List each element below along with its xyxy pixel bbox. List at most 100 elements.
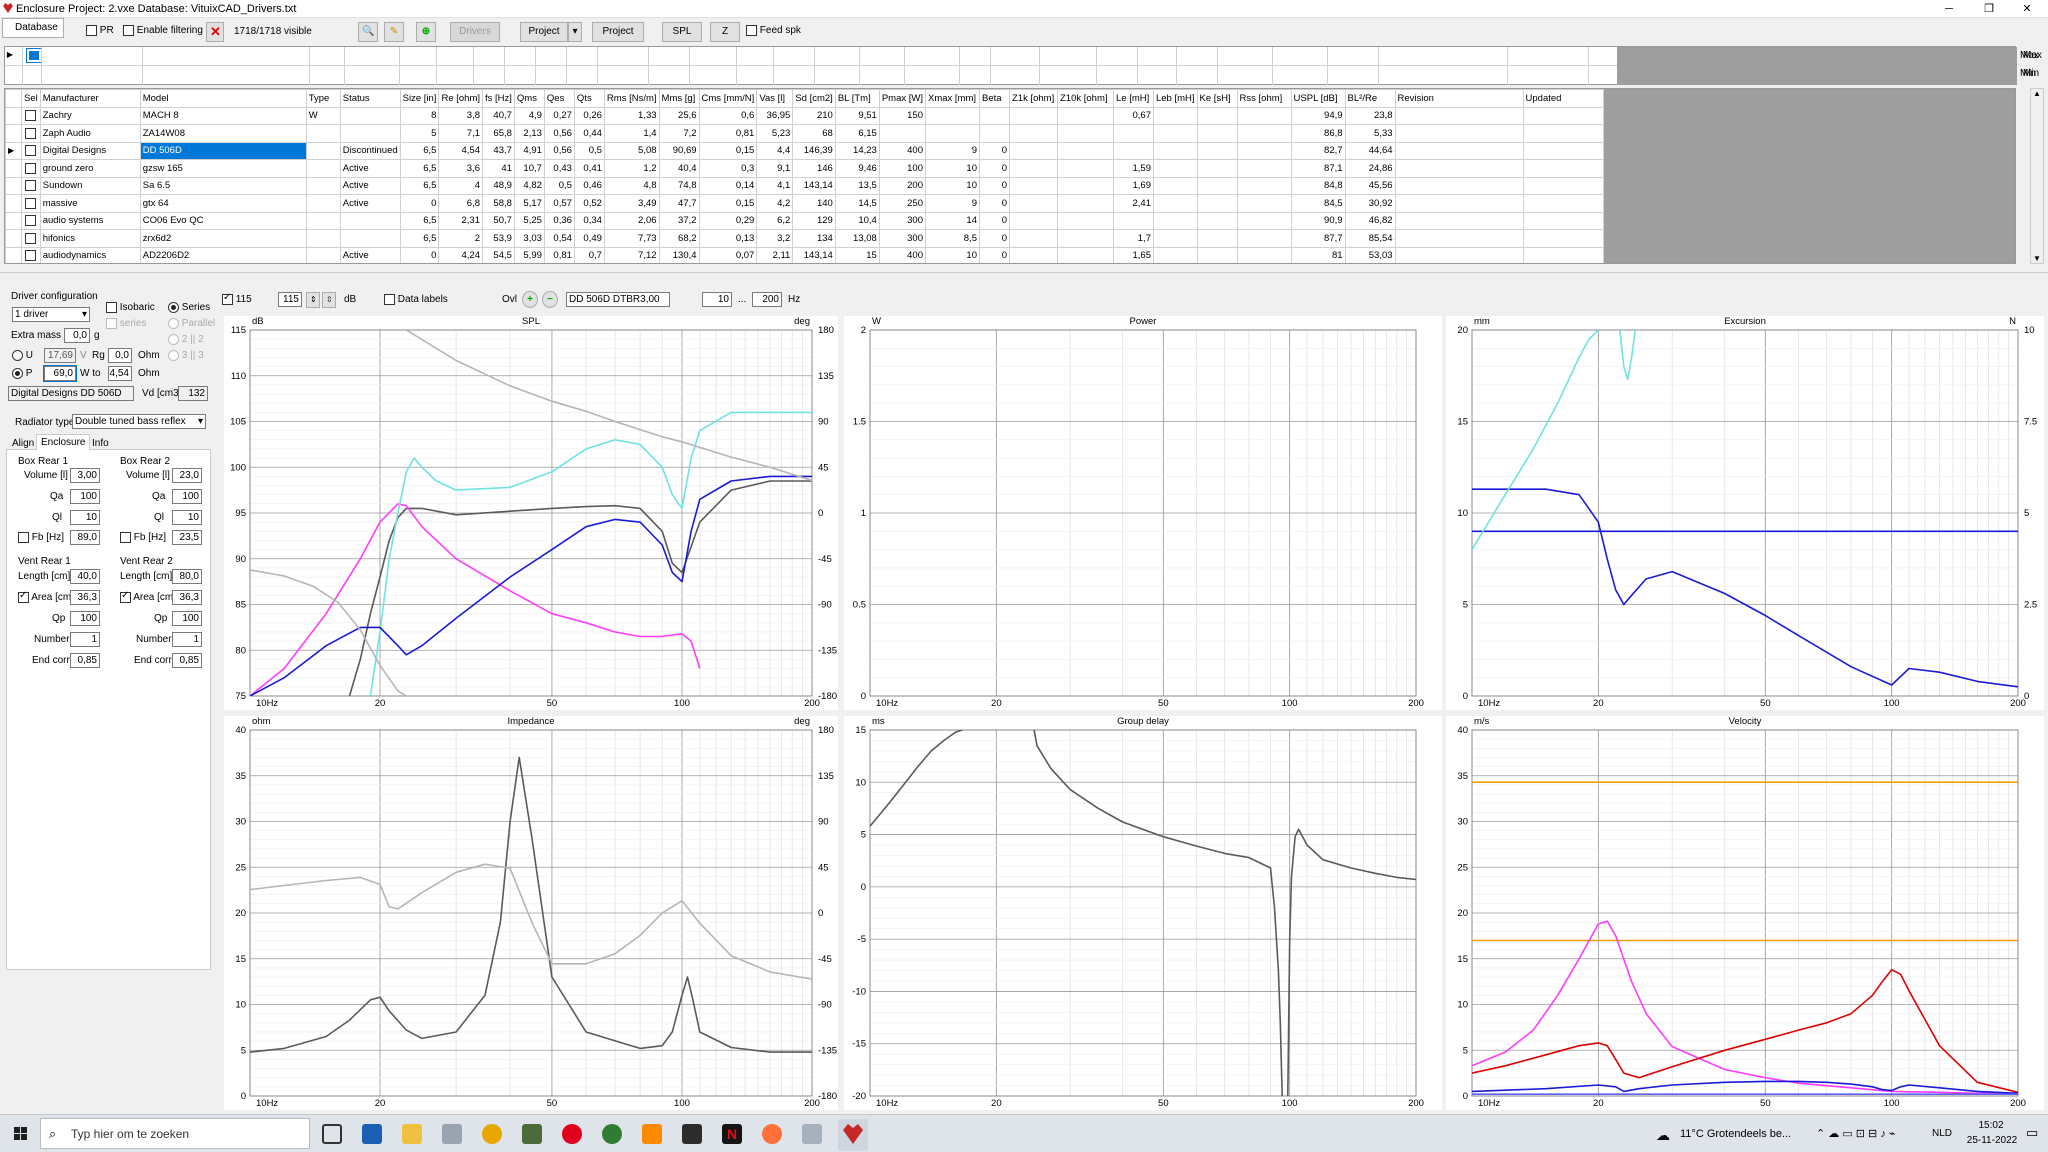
file-explorer-icon[interactable] <box>402 1124 422 1144</box>
chart-title: Velocity <box>1729 716 1762 727</box>
x-tick-label: 100 <box>1884 1098 1900 1109</box>
taskbar-search-placeholder: Typ hier om te zoeken <box>71 1127 190 1141</box>
y2-tick-label: 45 <box>818 462 829 473</box>
app-gray-icon[interactable] <box>802 1124 822 1144</box>
y2-tick-label: 0 <box>818 908 823 919</box>
task-view-icon[interactable] <box>322 1124 342 1144</box>
chrome-icon[interactable] <box>482 1124 502 1144</box>
x-tick-label: 200 <box>2010 698 2026 709</box>
y-tick-label: 95 <box>235 508 246 519</box>
y-tick-label: 40 <box>1457 725 1468 736</box>
y2-tick-label: 90 <box>818 417 829 428</box>
y-tick-label: 75 <box>235 691 246 702</box>
chart-spl: 75 80 85 90 95 100 105 110 115 -180 -135 -90 -45 0 45 9… <box>224 316 838 710</box>
app-orange-icon[interactable] <box>642 1124 662 1144</box>
y-tick-label: -20 <box>852 1091 866 1102</box>
weather-text[interactable]: 11°C Grotendeels be... <box>1680 1128 1791 1140</box>
taskbar-search-icon: ⌕ <box>49 1126 57 1141</box>
y-tick-label: 15 <box>235 954 246 965</box>
chart-excursion: 0510152002.557.51010Hz 20 50 100 200Excursio… <box>1446 316 2044 710</box>
tray-icons[interactable]: ⌃ ☁ ▭ ⊡ ⊟ ♪ ⌁ <box>1816 1127 1896 1140</box>
x-tick-label: 100 <box>1282 698 1298 709</box>
x-tick-label: 200 <box>1408 1098 1424 1109</box>
x-tick-label: 20 <box>991 698 1002 709</box>
y-axis-label: ohm <box>252 716 271 727</box>
x-tick-label: 50 <box>1158 1098 1169 1109</box>
y-tick-label: 15 <box>855 725 866 736</box>
x-tick-label: 20 <box>375 698 386 709</box>
taskbar-search[interactable]: ⌕ Typ hier om te zoeken <box>40 1118 310 1149</box>
y2-tick-label: -45 <box>818 954 832 965</box>
x-tick-label: 10Hz <box>1478 1098 1500 1109</box>
y2-tick-label: 7.5 <box>2024 417 2037 428</box>
y-tick-label: 115 <box>231 325 246 336</box>
weather-icon[interactable]: ☁ <box>1656 1127 1670 1144</box>
y-tick-label: 15 <box>1457 954 1468 965</box>
x-tick-label: 100 <box>674 1098 690 1109</box>
y-tick-label: 0 <box>241 1091 246 1102</box>
y2-tick-label: -135 <box>818 1045 837 1056</box>
y2-tick-label: 0 <box>818 508 823 519</box>
y2-tick-label: -135 <box>818 645 837 656</box>
x-tick-label: 50 <box>1760 698 1771 709</box>
chart-title: Excursion <box>1724 316 1766 327</box>
x-tick-label: 20 <box>1593 698 1604 709</box>
y-tick-label: 0 <box>1463 691 1468 702</box>
x-tick-label: 50 <box>547 1098 558 1109</box>
chart-title: Impedance <box>507 716 554 727</box>
y2-axis-label: N <box>2009 316 2016 327</box>
store-icon[interactable] <box>362 1124 382 1144</box>
photos-icon[interactable] <box>442 1124 462 1144</box>
y-tick-label: 5 <box>861 830 866 841</box>
y-tick-label: 80 <box>235 645 246 656</box>
terminal-icon[interactable] <box>682 1124 702 1144</box>
notifications-icon[interactable]: ▭ <box>2026 1125 2038 1141</box>
y-tick-label: 0 <box>861 691 866 702</box>
x-tick-label: 200 <box>804 698 820 709</box>
netflix-icon[interactable]: N <box>722 1124 742 1144</box>
minecraft-icon[interactable] <box>522 1124 542 1144</box>
y2-tick-label: -180 <box>818 1091 837 1102</box>
y-axis-label: ms <box>872 716 885 727</box>
language-indicator[interactable]: NLD <box>1932 1128 1952 1139</box>
x-tick-label: 50 <box>1158 698 1169 709</box>
y-tick-label: 1 <box>861 508 866 519</box>
clock-date[interactable]: 25-11-2022 <box>1966 1135 2018 1146</box>
y2-tick-label: 180 <box>818 725 834 736</box>
x-tick-label: 50 <box>1760 1098 1771 1109</box>
firefox-icon[interactable] <box>762 1124 782 1144</box>
y2-tick-label: 2.5 <box>2024 600 2037 611</box>
y-tick-label: 25 <box>235 862 246 873</box>
x-tick-label: 10Hz <box>876 1098 898 1109</box>
chart-background <box>844 716 1442 1110</box>
y-axis-label: m/s <box>1474 716 1490 727</box>
chart-velocity: 0 5 10 15 20 25 30 35 40 10Hz 20 50 100 200 Velocity m/… <box>1446 716 2044 1110</box>
y2-tick-label: 135 <box>818 771 834 782</box>
x-tick-label: 50 <box>547 698 558 709</box>
y-tick-label: 110 <box>231 371 246 382</box>
windows-start-icon[interactable] <box>14 1127 28 1141</box>
taskbar: ⌕ Typ hier om te zoeken N ☁ 11°C Grotend… <box>0 1114 2048 1152</box>
y-tick-label: 5 <box>1463 600 1468 611</box>
y2-tick-label: 180 <box>818 325 834 336</box>
x-tick-label: 20 <box>991 1098 1002 1109</box>
vivaldi-icon[interactable] <box>562 1124 582 1144</box>
xbox-icon[interactable] <box>602 1124 622 1144</box>
clock-time[interactable]: 15:02 <box>1970 1120 2012 1131</box>
y-tick-label: 2 <box>861 325 866 336</box>
y-axis-label: W <box>872 316 881 327</box>
y2-axis-label: deg <box>794 316 810 327</box>
y-tick-label: 35 <box>235 771 246 782</box>
chart-title: Group delay <box>1117 716 1169 727</box>
x-tick-label: 200 <box>804 1098 820 1109</box>
y-tick-label: 1.5 <box>853 417 866 428</box>
x-tick-label: 10Hz <box>876 698 898 709</box>
x-tick-label: 100 <box>674 698 690 709</box>
x-tick-label: 200 <box>1408 698 1424 709</box>
y-tick-label: 25 <box>1457 862 1468 873</box>
chart-group-delay: -20 -15 -10 -5 0 5 10 15 10Hz 20 50 100 200 Group del… <box>844 716 1442 1110</box>
y2-tick-label: 45 <box>818 862 829 873</box>
y-tick-label: 20 <box>1457 325 1468 336</box>
y2-tick-label: 5 <box>2024 508 2029 519</box>
chart-title: SPL <box>522 316 540 327</box>
